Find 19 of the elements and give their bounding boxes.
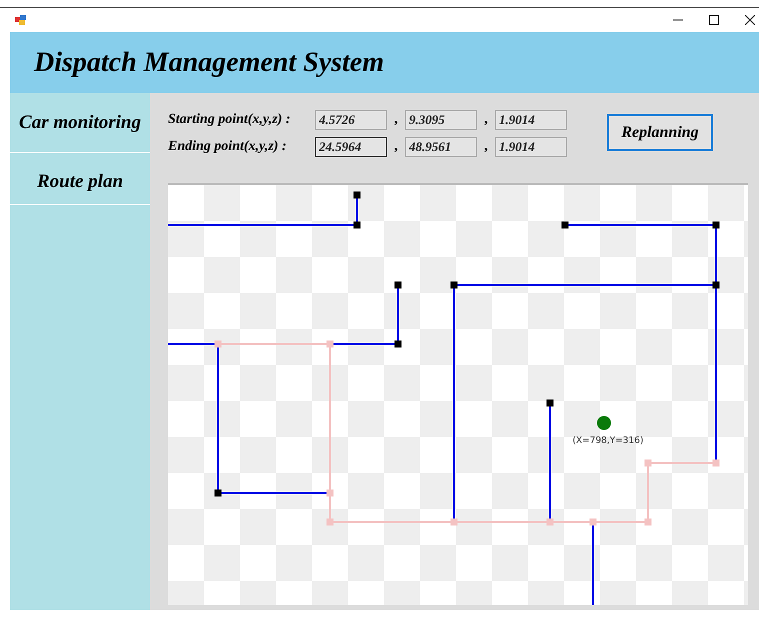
replanning-button[interactable]: Replanning bbox=[607, 114, 713, 151]
comma-separator: , bbox=[483, 139, 489, 155]
coordinate-field[interactable]: 24.5964 bbox=[315, 137, 387, 157]
close-icon[interactable] bbox=[745, 15, 755, 25]
app-icon bbox=[15, 14, 27, 26]
coordinate-field[interactable]: 1.9014 bbox=[495, 110, 567, 130]
comma-separator: , bbox=[483, 112, 489, 128]
coordinate-field[interactable]: 4.5726 bbox=[315, 110, 387, 130]
coordinate-field[interactable]: 9.3095 bbox=[405, 110, 477, 130]
comma-separator: , bbox=[393, 139, 399, 155]
app-title: Dispatch Management System bbox=[34, 46, 384, 78]
point-label: Ending point(x,y,z) : bbox=[168, 139, 288, 155]
coordinate-field[interactable]: 1.9014 bbox=[495, 137, 567, 157]
marker-coordinates: (X=798,Y=316) bbox=[572, 436, 644, 446]
maximize-icon[interactable] bbox=[709, 15, 719, 25]
coordinate-field[interactable]: 48.9561 bbox=[405, 137, 477, 157]
comma-separator: , bbox=[393, 112, 399, 128]
point-label: Starting point(x,y,z) : bbox=[168, 112, 292, 128]
vehicle-marker bbox=[597, 416, 611, 430]
